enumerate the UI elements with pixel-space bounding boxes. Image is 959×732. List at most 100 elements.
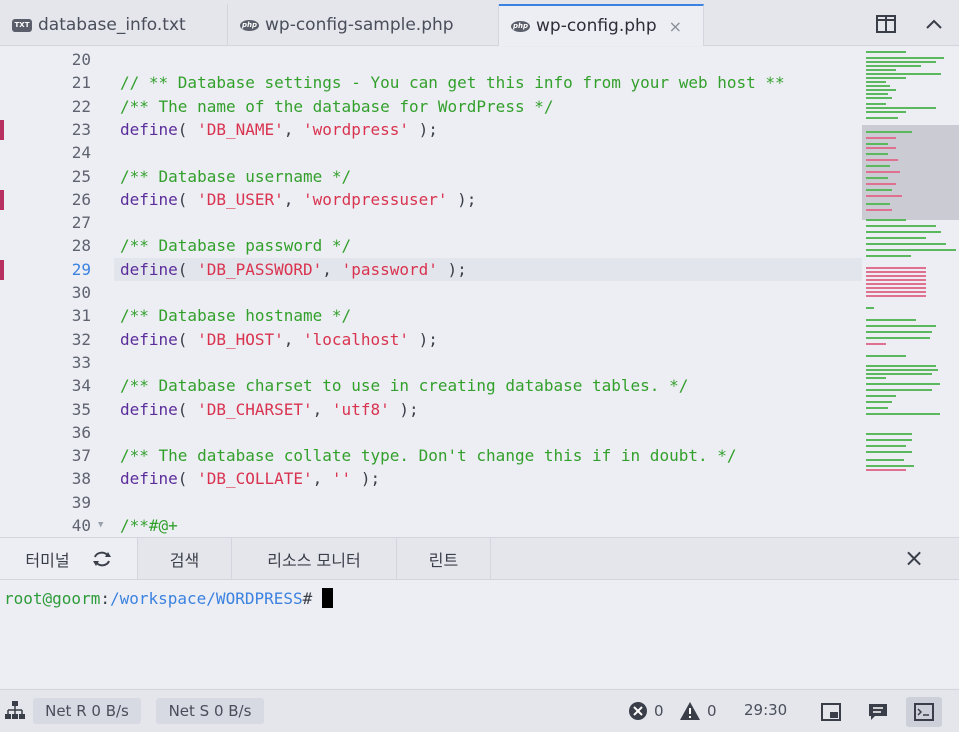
tab-label: 린트 — [428, 550, 459, 570]
code-token: , — [312, 399, 332, 419]
tab-label: wp-config.php — [536, 16, 657, 36]
code-token: ( — [177, 259, 198, 279]
code-editor[interactable]: 20 21 // ** Database settings - You can ge… — [0, 47, 862, 537]
refresh-icon[interactable] — [92, 551, 112, 567]
close-tab-icon[interactable]: × — [669, 17, 682, 36]
minimap-line — [866, 439, 912, 441]
minimap-line — [866, 51, 906, 53]
minimap-line — [866, 89, 896, 91]
minimap-line — [866, 291, 926, 293]
tab-wp-config[interactable]: php wp-config.php × — [499, 4, 704, 46]
code-line[interactable]: 35 define( 'DB_CHARSET', 'utf8' ); — [0, 398, 862, 421]
code-text: // ** Database settings - You can get th… — [120, 71, 785, 94]
code-token: , — [283, 119, 304, 139]
code-line[interactable]: 27 — [0, 211, 862, 234]
minimap-line — [866, 451, 912, 453]
minimap-line — [866, 295, 926, 297]
code-token: 'DB_PASSWORD' — [197, 259, 323, 279]
code-line[interactable]: 28 /** Database password */ — [0, 234, 862, 257]
split-view-button[interactable] — [872, 10, 900, 38]
code-line[interactable]: 24 — [0, 141, 862, 164]
line-number: 22 — [71, 96, 91, 116]
error-count[interactable]: 0 — [628, 701, 664, 721]
code-line[interactable]: 22 /** The name of the database for WordP… — [0, 95, 862, 118]
code-line[interactable]: 20 — [0, 48, 862, 71]
minimap-line — [866, 107, 936, 109]
network-icon[interactable] — [4, 700, 26, 720]
minimap-line — [866, 413, 940, 415]
tab-terminal[interactable]: 터미널 — [0, 538, 138, 579]
tab-search[interactable]: 검색 — [138, 538, 232, 579]
code-line[interactable]: 33 — [0, 351, 862, 374]
close-panel-icon[interactable]: × — [904, 546, 924, 570]
minimap-line — [866, 331, 932, 333]
minimap-line — [866, 283, 926, 285]
code-token: 'password' — [341, 259, 438, 279]
minimap-line — [866, 97, 892, 99]
minimap-line — [866, 325, 936, 327]
code-line[interactable]: 36 — [0, 421, 862, 444]
code-line[interactable]: 30 — [0, 281, 862, 304]
code-line[interactable]: 29 define( 'DB_PASSWORD', 'password' ); — [0, 257, 862, 281]
code-line[interactable]: 40 ▼ /**#@+ — [0, 514, 862, 537]
layout-button[interactable] — [816, 697, 846, 727]
minimap[interactable] — [862, 47, 959, 537]
minimap-line — [866, 209, 892, 211]
minimap-line — [866, 73, 941, 75]
tab-lint[interactable]: 린트 — [397, 538, 491, 579]
code-token: ); — [351, 469, 381, 489]
code-line[interactable]: 25 /** Database username */ — [0, 165, 862, 188]
minimap-line — [866, 81, 886, 83]
terminal-toggle-button[interactable] — [906, 697, 942, 727]
code-line[interactable]: 34 /** Database charset to use in creatin… — [0, 374, 862, 397]
line-number: 28 — [71, 236, 91, 256]
minimap-line — [866, 137, 896, 139]
status-bar: Net R 0 B/s Net S 0 B/s 0 0 29:30 — [0, 689, 959, 732]
code-token: , — [283, 329, 304, 349]
code-text: define( 'DB_USER', 'wordpressuser' ); — [120, 188, 476, 211]
line-number: 38 — [71, 469, 91, 489]
code-line[interactable]: 39 — [0, 491, 862, 514]
warning-count[interactable]: 0 — [679, 701, 717, 721]
terminal[interactable]: root@goorm:/workspace/WORDPRESS# — [0, 580, 959, 688]
code-line[interactable]: 32 define( 'DB_HOST', 'localhost' ); — [0, 328, 862, 351]
code-line[interactable]: 21 // ** Database settings - You can get … — [0, 71, 862, 94]
minimap-line — [866, 85, 890, 87]
tab-wp-config-sample[interactable]: php wp-config-sample.php — [228, 4, 499, 46]
line-number: 33 — [71, 352, 91, 372]
minimap-line — [866, 377, 886, 379]
code-line[interactable]: 23 define( 'DB_NAME', 'wordpress' ); — [0, 118, 862, 141]
code-line[interactable]: 26 define( 'DB_USER', 'wordpressuser' ); — [0, 188, 862, 211]
code-token: /** Database username */ — [120, 166, 352, 186]
minimap-line — [866, 57, 944, 59]
minimap-line — [866, 343, 886, 345]
warning-icon — [680, 702, 700, 720]
prompt-symbol: # — [302, 589, 313, 608]
code-token: 'localhost' — [303, 329, 409, 349]
tab-database-info[interactable]: TXT database_info.txt — [0, 4, 228, 46]
collapse-button[interactable] — [920, 10, 948, 38]
minimap-line — [866, 279, 926, 281]
line-number: 31 — [71, 306, 91, 326]
line-number: 24 — [71, 143, 91, 163]
tab-resource-monitor[interactable]: 리소스 모니터 — [232, 538, 397, 579]
minimap-line — [866, 369, 938, 371]
code-line[interactable]: 31 /** Database hostname */ — [0, 304, 862, 327]
code-line[interactable]: 37 /** The database collate type. Don't c… — [0, 444, 862, 467]
minimap-line — [866, 111, 906, 113]
line-number: 25 — [71, 166, 91, 186]
chat-button[interactable] — [863, 697, 893, 727]
minimap-line — [866, 203, 890, 205]
code-token: define — [120, 469, 178, 489]
code-text: /** Database password */ — [120, 234, 351, 257]
line-number: 32 — [71, 329, 91, 349]
modified-line-marker — [0, 189, 4, 210]
code-token: define — [120, 259, 178, 279]
minimap-line — [866, 459, 904, 461]
minimap-line — [866, 93, 888, 95]
fold-arrow-icon[interactable]: ▼ — [98, 514, 103, 537]
cursor-position[interactable]: 29:30 — [744, 701, 787, 719]
minimap-line — [866, 165, 890, 167]
code-token: ); — [409, 329, 438, 349]
code-line[interactable]: 38 define( 'DB_COLLATE', '' ); — [0, 467, 862, 490]
